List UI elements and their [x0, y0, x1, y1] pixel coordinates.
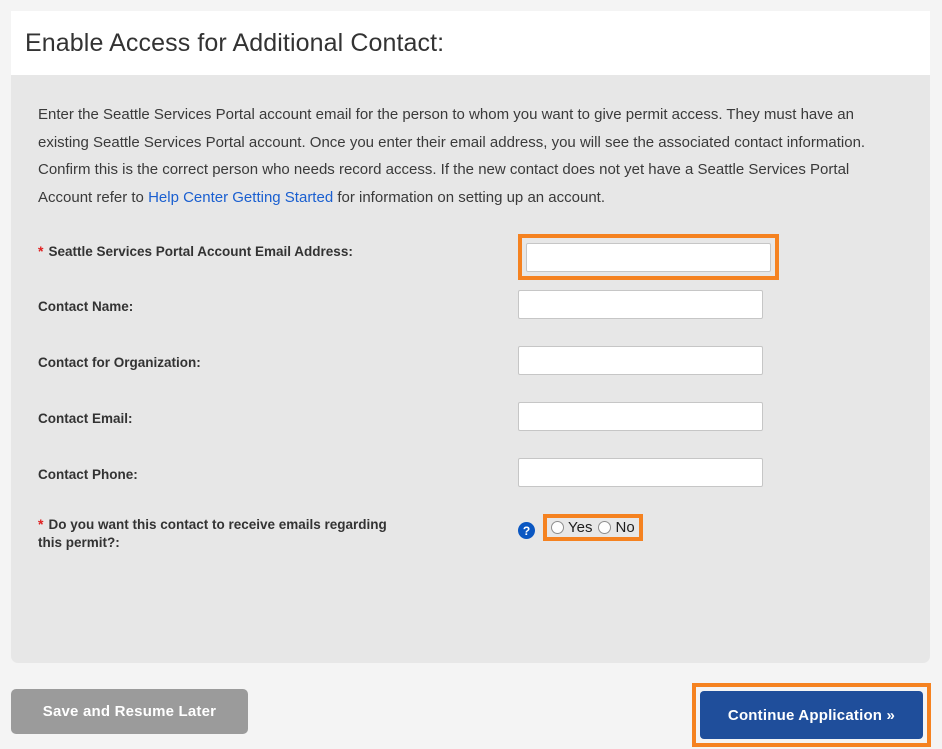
field-cell-contact-phone — [518, 457, 903, 487]
radio-circle-yes[interactable] — [551, 521, 564, 534]
card-header: Enable Access for Additional Contact: — [11, 11, 930, 75]
intro-text-after-link: for information on setting up an account… — [333, 188, 606, 206]
required-marker: * — [38, 243, 44, 259]
required-marker: * — [38, 516, 44, 532]
highlight-box-continue: Continue Application » — [692, 683, 931, 747]
form-row-account-email: * Seattle Services Portal Account Email A… — [38, 233, 903, 289]
form-row-contact-email: Contact Email: — [38, 401, 903, 457]
contact-phone-input[interactable] — [518, 458, 763, 487]
contact-form: * Seattle Services Portal Account Email A… — [38, 233, 903, 559]
highlight-box-receive-emails: Yes No — [543, 514, 643, 541]
contact-email-input[interactable] — [518, 402, 763, 431]
help-center-getting-started-link[interactable]: Help Center Getting Started — [148, 189, 333, 206]
save-and-resume-later-button[interactable]: Save and Resume Later — [11, 689, 248, 734]
label-contact-email: Contact Email: — [38, 411, 133, 426]
card-body: Enter the Seattle Services Portal accoun… — [11, 75, 930, 663]
account-email-input[interactable] — [526, 243, 771, 272]
field-cell-contact-name — [518, 289, 903, 319]
label-contact-name: Contact Name: — [38, 299, 134, 314]
radio-circle-no[interactable] — [598, 521, 612, 534]
label-account-email-text: Seattle Services Portal Account Email Ad… — [48, 244, 353, 259]
radio-option-no[interactable]: No — [598, 519, 635, 536]
footer-actions: Save and Resume Later Continue Applicati… — [0, 683, 942, 749]
enable-access-card: Enable Access for Additional Contact: En… — [11, 11, 930, 663]
label-receive-emails: * Do you want this contact to receive ema… — [38, 513, 518, 552]
form-row-contact-phone: Contact Phone: — [38, 457, 903, 513]
contact-name-input[interactable] — [518, 290, 763, 319]
form-row-receive-emails: * Do you want this contact to receive ema… — [38, 513, 903, 559]
field-cell-contact-email — [518, 401, 903, 431]
continue-application-button[interactable]: Continue Application » — [700, 691, 923, 739]
label-receive-emails-line1: Do you want this contact to receive emai… — [48, 517, 387, 532]
label-receive-emails-line2: this permit?: — [38, 535, 120, 550]
radio-label-no: No — [615, 519, 635, 536]
page-title: Enable Access for Additional Contact: — [25, 28, 445, 57]
intro-paragraph: Enter the Seattle Services Portal accoun… — [38, 101, 903, 211]
radio-label-yes: Yes — [568, 519, 593, 536]
contact-organization-input[interactable] — [518, 346, 763, 375]
label-account-email: * Seattle Services Portal Account Email A… — [38, 233, 518, 261]
field-cell-account-email — [518, 233, 903, 280]
label-contact-organization: Contact for Organization: — [38, 355, 201, 370]
radio-option-yes[interactable]: Yes — [551, 519, 592, 536]
highlight-box-account-email — [518, 234, 779, 280]
label-contact-phone: Contact Phone: — [38, 467, 138, 482]
form-row-contact-name: Contact Name: — [38, 289, 903, 345]
field-cell-contact-organization — [518, 345, 903, 375]
field-cell-receive-emails: ? Yes No — [518, 513, 903, 541]
form-row-contact-organization: Contact for Organization: — [38, 345, 903, 401]
question-mark-icon[interactable]: ? — [518, 522, 535, 539]
